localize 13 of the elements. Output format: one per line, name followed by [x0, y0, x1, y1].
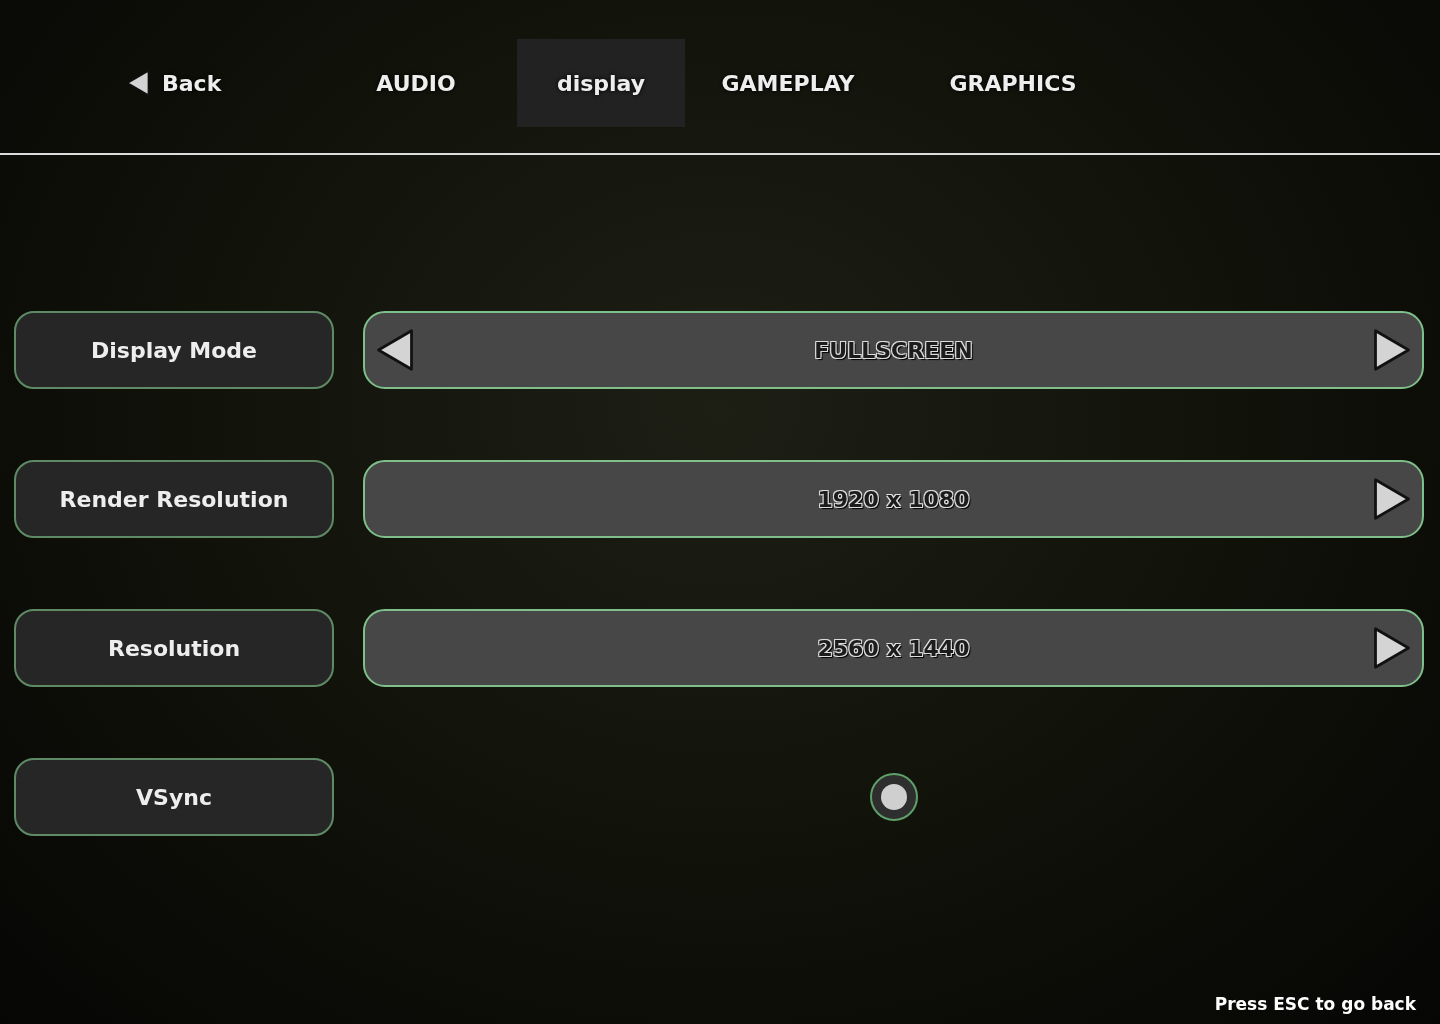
setting-label: Resolution	[14, 609, 334, 687]
selector-value: FULLSCREEN	[814, 337, 973, 363]
tab[interactable]: GAMEPLAY	[704, 39, 872, 127]
setting-label: VSync	[14, 758, 334, 836]
tab[interactable]: display	[517, 39, 685, 127]
esc-hint: Press ESC to go back	[1214, 994, 1416, 1014]
tab[interactable]: GRAPHICS	[929, 39, 1097, 127]
tab[interactable]: AUDIO	[332, 39, 500, 127]
setting-label: Display Mode	[14, 311, 334, 389]
back-arrow-icon[interactable]	[124, 69, 152, 97]
back-button[interactable]: Back	[110, 39, 240, 127]
setting-label: Render Resolution	[14, 460, 334, 538]
toggle-switch[interactable]	[869, 773, 918, 821]
